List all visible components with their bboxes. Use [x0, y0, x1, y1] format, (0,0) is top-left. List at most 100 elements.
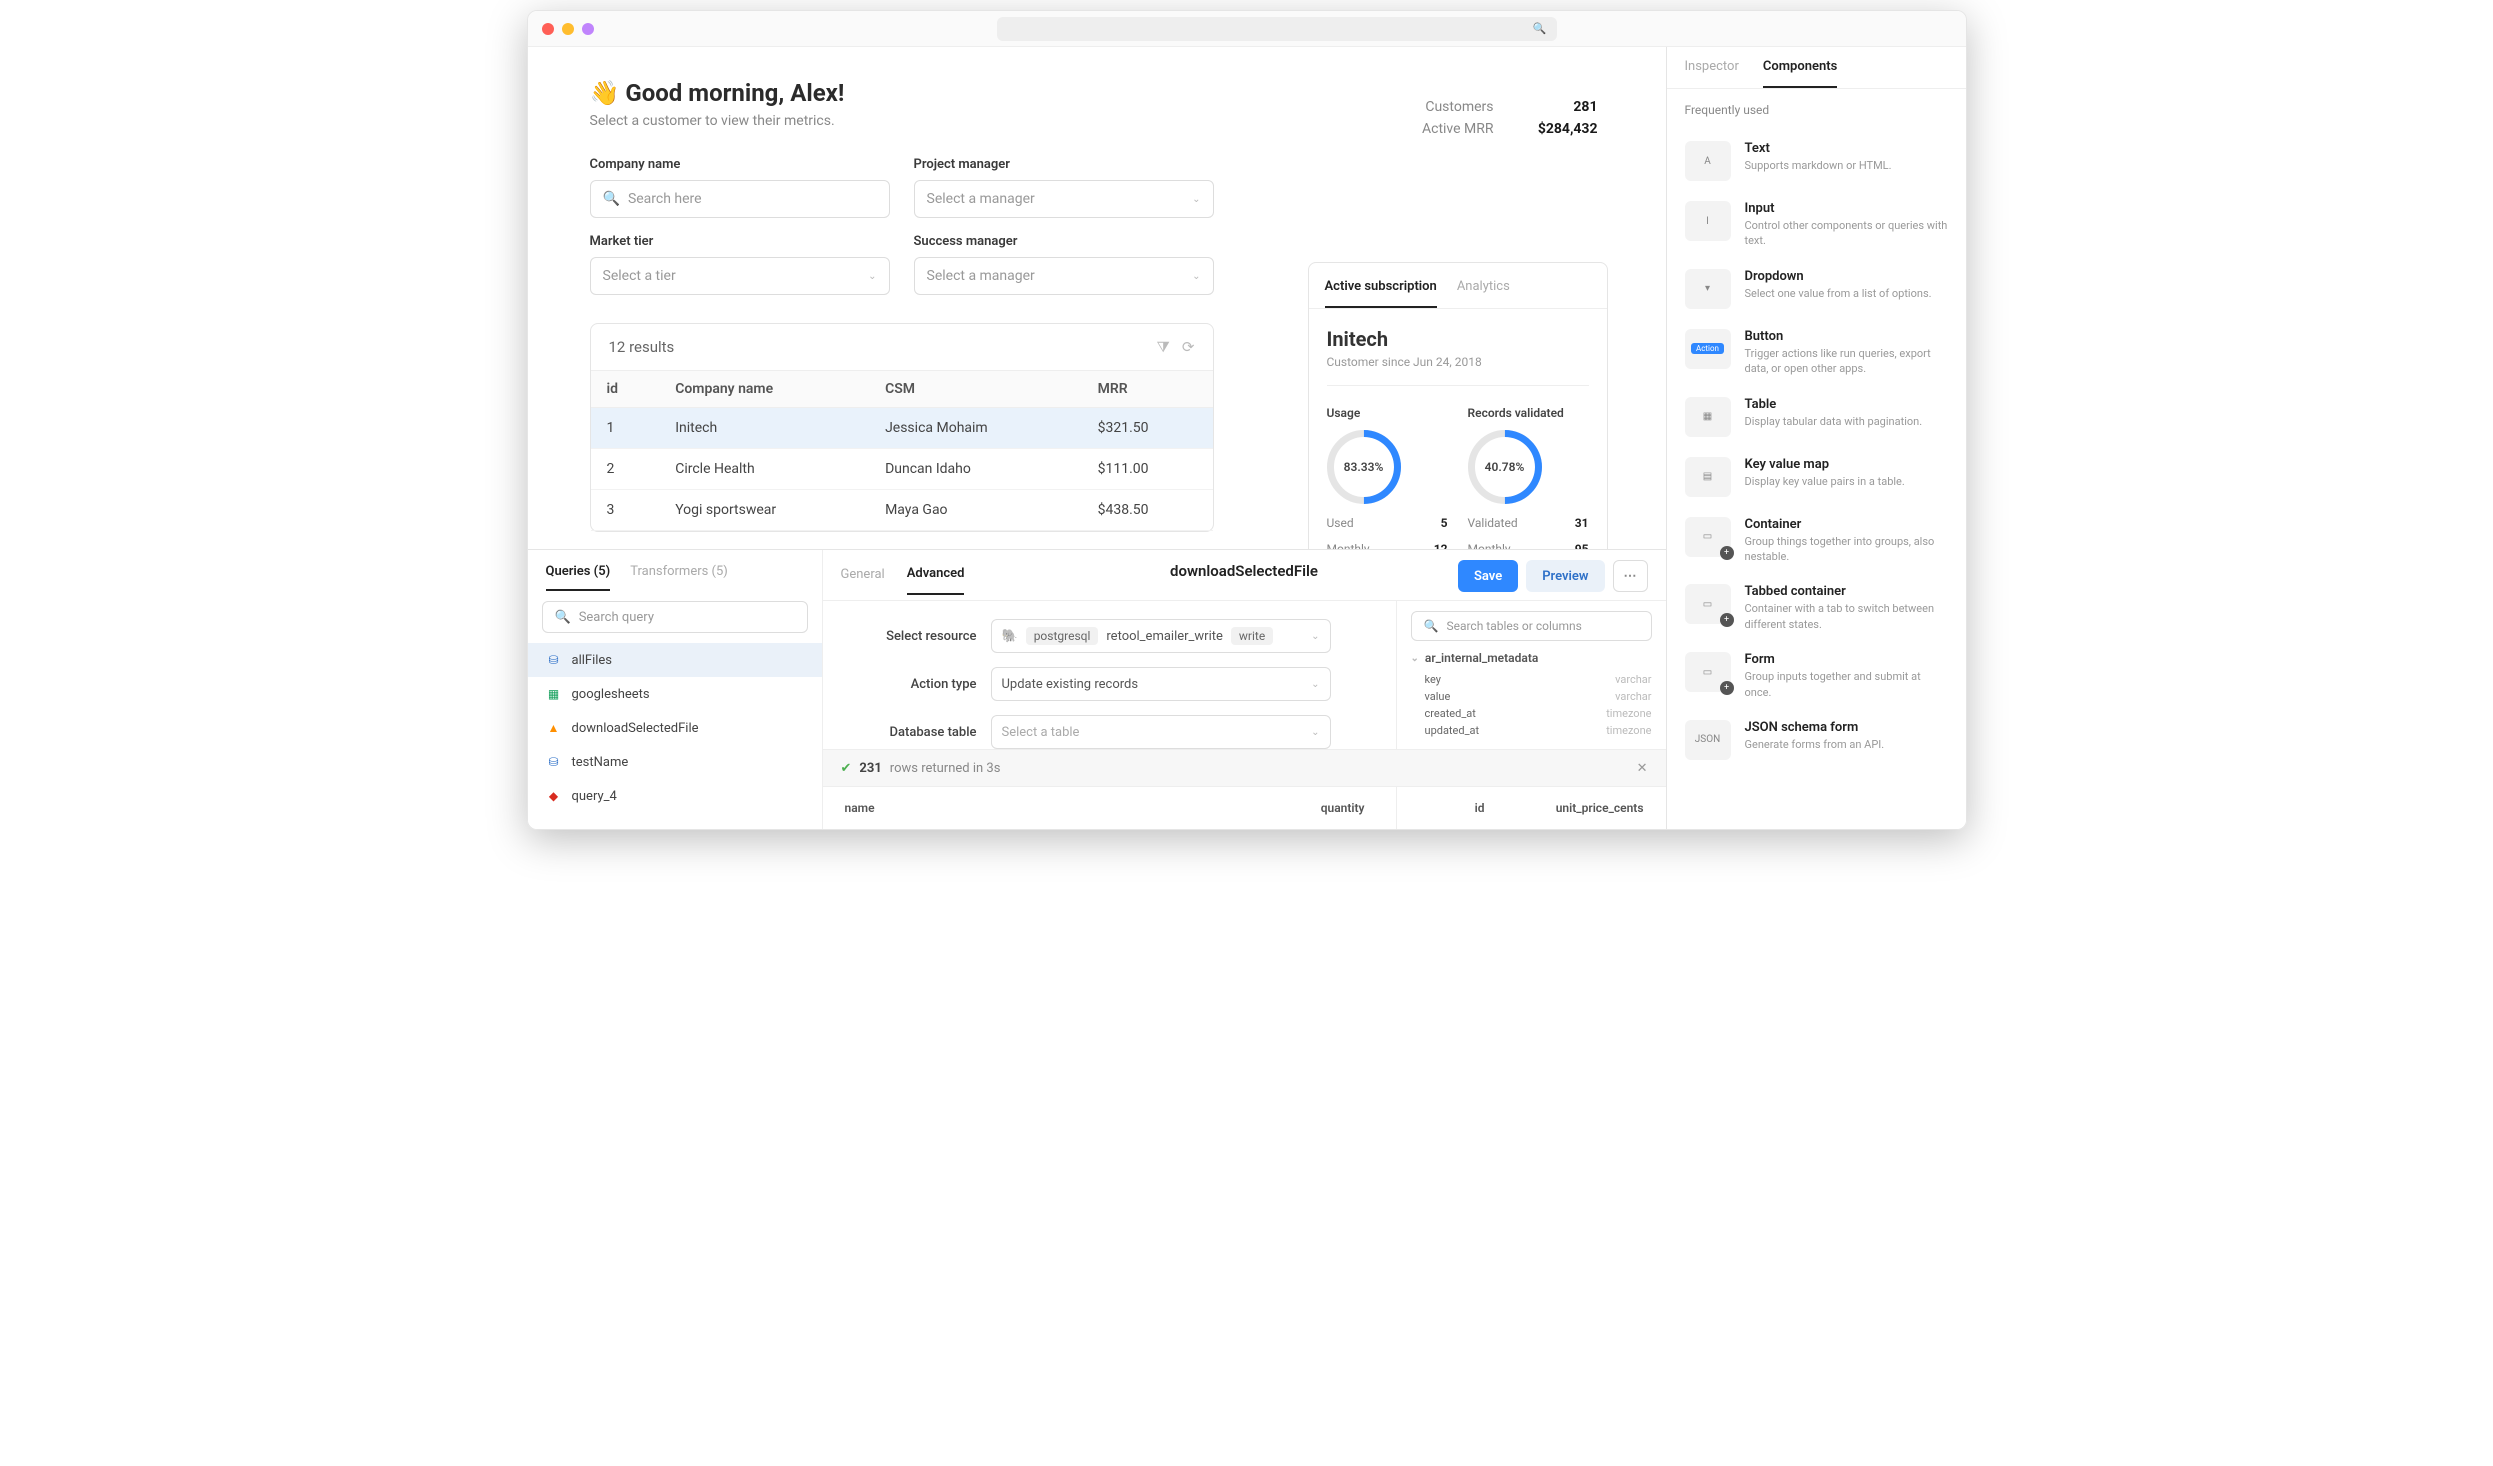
maximize-window-icon[interactable]: [582, 23, 594, 35]
schema-column[interactable]: created_attimezone: [1411, 705, 1652, 722]
tab-inspector[interactable]: Inspector: [1685, 59, 1739, 88]
omnibox-search[interactable]: 🔍: [997, 17, 1557, 41]
component-item[interactable]: ▭+ Form Group inputs together and submit…: [1667, 642, 1966, 710]
chevron-down-icon: ⌄: [1311, 727, 1319, 738]
component-item[interactable]: JSON JSON schema form Generate forms fro…: [1667, 710, 1966, 770]
tab-components[interactable]: Components: [1763, 59, 1837, 88]
component-item[interactable]: ▭+ Container Group things together into …: [1667, 507, 1966, 575]
col-company[interactable]: Company name: [659, 371, 869, 408]
tab-advanced[interactable]: Advanced: [907, 566, 965, 595]
component-icon: JSON: [1685, 720, 1731, 760]
component-desc: Select one value from a list of options.: [1745, 286, 1932, 301]
component-title: Input: [1745, 201, 1948, 216]
cell-csm: Maya Gao: [869, 490, 1082, 531]
action-select[interactable]: Update existing records ⌄: [991, 667, 1331, 701]
query-item[interactable]: ⛁allFiles: [528, 643, 822, 677]
tab-active-subscription[interactable]: Active subscription: [1325, 267, 1437, 308]
component-title: Tabbed container: [1745, 584, 1948, 599]
redis-icon: ◆: [546, 788, 562, 804]
resource-label: Select resource: [847, 629, 977, 644]
query-editor-panel: Queries (5) Transformers (5) 🔍 Search qu…: [528, 549, 1666, 829]
cell-mrr: $438.50: [1082, 490, 1213, 531]
query-name: allFiles: [572, 653, 613, 668]
table-row[interactable]: 2 Circle Health Duncan Idaho $111.00: [591, 449, 1213, 490]
status-count: 231: [859, 761, 881, 776]
close-icon[interactable]: ✕: [1637, 761, 1648, 776]
schema-column[interactable]: updated_attimezone: [1411, 722, 1652, 739]
query-search-input[interactable]: 🔍 Search query: [542, 601, 808, 633]
query-status-bar: ✔ 231 rows returned in 3s ✕: [823, 749, 1666, 787]
component-icon: ▭+: [1685, 517, 1731, 557]
rcol-name[interactable]: name: [845, 801, 1245, 815]
resource-db-tag: postgresql: [1026, 627, 1099, 645]
tab-analytics[interactable]: Analytics: [1457, 267, 1510, 308]
component-item[interactable]: Action Button Trigger actions like run q…: [1667, 319, 1966, 387]
resource-select[interactable]: 🐘 postgresql retool_emailer_write write …: [991, 619, 1331, 653]
rcol-unit[interactable]: unit_price_cents: [1485, 801, 1644, 815]
sheets-icon: ▦: [546, 686, 562, 702]
component-item[interactable]: ▭+ Tabbed container Container with a tab…: [1667, 574, 1966, 642]
chevron-down-icon: ⌄: [1411, 653, 1419, 664]
cell-id: 3: [591, 490, 660, 531]
success-manager-select[interactable]: Select a manager ⌄: [914, 257, 1214, 295]
component-icon: ▤: [1685, 457, 1731, 497]
schema-search-placeholder: Search tables or columns: [1446, 619, 1638, 633]
component-icon: I: [1685, 201, 1731, 241]
tab-general[interactable]: General: [841, 567, 885, 594]
query-item[interactable]: ⛁testName: [528, 745, 822, 779]
cell-csm: Duncan Idaho: [869, 449, 1082, 490]
schema-table-node[interactable]: ⌄ ar_internal_metadata: [1411, 651, 1652, 665]
rcol-id[interactable]: id: [1365, 801, 1485, 815]
query-item[interactable]: ▦googlesheets: [528, 677, 822, 711]
component-item[interactable]: ▤ Key value map Display key value pairs …: [1667, 447, 1966, 507]
search-placeholder: Search here: [628, 191, 877, 207]
close-window-icon[interactable]: [542, 23, 554, 35]
component-desc: Group inputs together and submit at once…: [1745, 669, 1948, 700]
minimize-window-icon[interactable]: [562, 23, 574, 35]
tab-queries[interactable]: Queries (5): [546, 564, 611, 591]
component-item[interactable]: A Text Supports markdown or HTML.: [1667, 131, 1966, 191]
cell-mrr: $111.00: [1082, 449, 1213, 490]
component-item[interactable]: I Input Control other components or quer…: [1667, 191, 1966, 259]
component-title: Form: [1745, 652, 1948, 667]
preview-button[interactable]: Preview: [1526, 560, 1604, 592]
more-button[interactable]: ⋯: [1613, 560, 1648, 592]
query-item[interactable]: ▲downloadSelectedFile: [528, 711, 822, 745]
rcol-quantity[interactable]: quantity: [1245, 801, 1365, 815]
col-csm[interactable]: CSM: [869, 371, 1082, 408]
component-item[interactable]: ▦ Table Display tabular data with pagina…: [1667, 387, 1966, 447]
tier-select[interactable]: Select a tier ⌄: [590, 257, 890, 295]
records-monthly-value: 95: [1575, 542, 1589, 549]
component-desc: Group things together into groups, also …: [1745, 534, 1948, 565]
query-item[interactable]: ◆query_4: [528, 779, 822, 813]
component-title: Button: [1745, 329, 1948, 344]
search-icon: 🔍: [1533, 22, 1547, 35]
schema-search-input[interactable]: 🔍 Search tables or columns: [1411, 611, 1652, 641]
schema-column[interactable]: valuevarchar: [1411, 688, 1652, 705]
cell-id: 1: [591, 408, 660, 449]
validated-value: 31: [1575, 516, 1589, 530]
tier-placeholder: Select a tier: [603, 268, 861, 284]
table-row[interactable]: 3 Yogi sportswear Maya Gao $438.50: [591, 490, 1213, 531]
component-title: Table: [1745, 397, 1923, 412]
cell-company: Circle Health: [659, 449, 869, 490]
save-button[interactable]: Save: [1458, 560, 1518, 592]
col-mrr[interactable]: MRR: [1082, 371, 1213, 408]
table-select[interactable]: Select a table ⌄: [991, 715, 1331, 749]
tab-transformers[interactable]: Transformers (5): [630, 564, 728, 591]
table-row[interactable]: 1 Initech Jessica Mohaim $321.50: [591, 408, 1213, 449]
results-table-card: 12 results ⧩ ⟳ id Company name CSM MRR: [590, 323, 1214, 532]
schema-column[interactable]: keyvarchar: [1411, 671, 1652, 688]
filter-icon[interactable]: ⧩: [1157, 338, 1170, 356]
status-message: rows returned in 3s: [890, 761, 1001, 776]
component-item[interactable]: ▾ Dropdown Select one value from a list …: [1667, 259, 1966, 319]
validated-label: Validated: [1468, 516, 1518, 530]
component-icon: Action: [1685, 329, 1731, 369]
cell-id: 2: [591, 449, 660, 490]
check-icon: ✔: [841, 761, 852, 776]
query-search-placeholder: Search query: [579, 610, 795, 625]
project-manager-select[interactable]: Select a manager ⌄: [914, 180, 1214, 218]
col-id[interactable]: id: [591, 371, 660, 408]
refresh-icon[interactable]: ⟳: [1182, 338, 1195, 356]
search-input[interactable]: 🔍 Search here: [590, 180, 890, 218]
